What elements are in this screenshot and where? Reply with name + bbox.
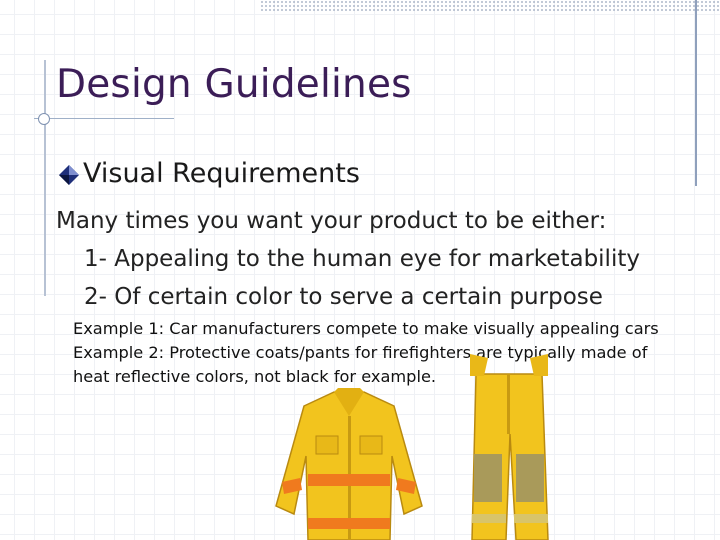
- firefighter-pants-image: [470, 354, 549, 540]
- title-underline-rule: [34, 118, 174, 119]
- firefighter-coat-image: [275, 388, 423, 540]
- paragraph-item-1: 1- Appealing to the human eye for market…: [84, 246, 640, 272]
- right-vertical-rule: [695, 0, 697, 186]
- examples-block: Example 1: Car manufacturers compete to …: [73, 317, 659, 389]
- left-vertical-rule: [44, 60, 46, 296]
- diamond-bullet-icon: [59, 165, 79, 185]
- example-line-1: Example 1: Car manufacturers compete to …: [73, 319, 659, 338]
- paragraph-intro: Many times you want your product to be e…: [56, 208, 607, 234]
- rule-circle-marker: [38, 113, 50, 125]
- example-line-2: Example 2: Protective coats/pants for fi…: [73, 343, 648, 362]
- body-paragraph: Many times you want your product to be e…: [56, 202, 640, 316]
- paragraph-item-2: 2- Of certain color to serve a certain p…: [84, 284, 603, 310]
- top-dotted-band: [260, 0, 720, 12]
- bullet-text: Visual Requirements: [83, 158, 360, 189]
- slide-title: Design Guidelines: [56, 62, 412, 107]
